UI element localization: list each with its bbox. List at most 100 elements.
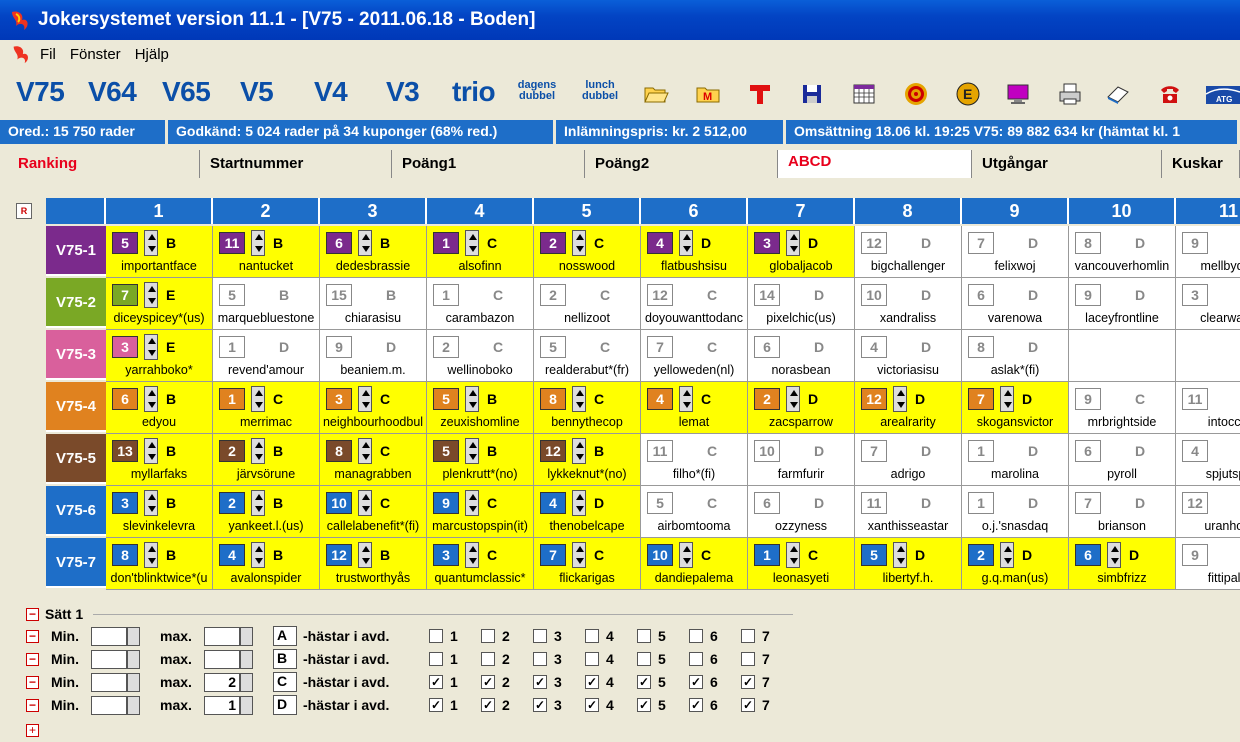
horse-cell[interactable]: 2 Cwellinoboko <box>427 330 534 382</box>
race-checkbox[interactable] <box>741 652 755 666</box>
letter-input[interactable]: C <box>273 672 297 692</box>
game-v75-button[interactable]: V75 <box>16 76 65 108</box>
horse-cell[interactable]: 6 Bedyou <box>106 382 213 434</box>
max-spinner[interactable] <box>240 695 253 715</box>
horse-cell[interactable]: 4 Bavalonspider <box>213 538 320 590</box>
race-label[interactable]: V75-7 <box>46 538 106 588</box>
letter-spinner[interactable] <box>358 230 372 256</box>
menu-window[interactable]: Fönster <box>70 46 121 63</box>
max-spinner[interactable] <box>240 672 253 692</box>
eraser-icon[interactable] <box>1104 80 1132 108</box>
min-spinner[interactable] <box>127 672 140 692</box>
race-checkbox[interactable]: ✓ <box>741 675 755 689</box>
horse-cell[interactable]: 2 Bjärvsörune <box>213 434 320 486</box>
horse-cell[interactable]: 6 Dvarenowa <box>962 278 1069 330</box>
race-checkbox[interactable]: ✓ <box>741 698 755 712</box>
tab-poang2[interactable]: Poäng2 <box>585 150 778 178</box>
letter-input[interactable]: D <box>273 695 297 715</box>
game-v4-button[interactable]: V4 <box>314 76 348 108</box>
horse-cell[interactable]: 12Duranhom <box>1176 486 1240 538</box>
race-checkbox[interactable] <box>637 652 651 666</box>
letter-spinner[interactable] <box>1000 386 1014 412</box>
letter-spinner[interactable] <box>1107 542 1121 568</box>
game-trio-button[interactable]: trio <box>452 76 496 108</box>
game-v3-button[interactable]: V3 <box>386 76 420 108</box>
horse-cell[interactable]: 10 Dfarmfurir <box>748 434 855 486</box>
horse-cell[interactable]: 9 Cmarcustopspin(it) <box>427 486 534 538</box>
horse-cell[interactable]: 11 Bnantucket <box>213 226 320 278</box>
letter-spinner[interactable] <box>465 438 479 464</box>
letter-spinner[interactable] <box>893 542 907 568</box>
horse-cell[interactable]: 5 Bzeuxishomline <box>427 382 534 434</box>
tab-kuskar[interactable]: Kuskar <box>1162 150 1240 178</box>
horse-cell[interactable]: 1 Dmarolina <box>962 434 1069 486</box>
horse-cell[interactable]: 2 Dg.q.man(us) <box>962 538 1069 590</box>
horse-cell[interactable]: 3 Cquantumclassic* <box>427 538 534 590</box>
horse-cell[interactable]: 8 Cmanagrabben <box>320 434 427 486</box>
game-v64-button[interactable]: V64 <box>88 76 137 108</box>
horse-cell[interactable]: 3Dclearwater <box>1176 278 1240 330</box>
horse-cell[interactable]: 3 Dglobaljacob <box>748 226 855 278</box>
horse-cell[interactable]: 12 Dbigchallenger <box>855 226 962 278</box>
race-checkbox[interactable]: ✓ <box>429 698 443 712</box>
horse-cell[interactable]: 8 Dvancouverhomlin <box>1069 226 1176 278</box>
mail-folder-icon[interactable]: M <box>694 80 722 108</box>
horse-cell[interactable]: 3 Bslevinkelevra <box>106 486 213 538</box>
horse-cell[interactable]: 10 Ccallelabenefit*(fi) <box>320 486 427 538</box>
min-input[interactable] <box>91 672 127 692</box>
letter-spinner[interactable] <box>144 334 158 360</box>
letter-spinner[interactable] <box>572 542 586 568</box>
race-label[interactable]: V75-4 <box>46 382 106 432</box>
horse-cell[interactable]: 3 Eyarrahboko* <box>106 330 213 382</box>
horse-cell[interactable]: 9 Dlaceyfrontline <box>1069 278 1176 330</box>
horse-cell[interactable]: 4 Dvictoriasisu <box>855 330 962 382</box>
letter-spinner[interactable] <box>679 542 693 568</box>
letter-spinner[interactable] <box>679 230 693 256</box>
horse-cell[interactable]: 7 Cyelloweden(nl) <box>641 330 748 382</box>
letter-spinner[interactable] <box>572 490 586 516</box>
race-checkbox[interactable]: ✓ <box>637 675 651 689</box>
horse-cell[interactable]: 2 Byankeet.l.(us) <box>213 486 320 538</box>
add-row-icon[interactable]: + <box>26 724 39 738</box>
min-input[interactable] <box>91 695 127 715</box>
remove-row-icon[interactable]: − <box>26 629 39 643</box>
race-checkbox[interactable] <box>741 629 755 643</box>
horse-cell[interactable]: 12 Cdoyouwanttodanc <box>641 278 748 330</box>
letter-spinner[interactable] <box>358 542 372 568</box>
horse-cell[interactable]: 5 Crealderabut*(fr) <box>534 330 641 382</box>
horse-cell[interactable]: 9Dfittipaldi <box>1176 538 1240 590</box>
remove-row-icon[interactable]: − <box>26 652 39 666</box>
dagens-dubbel-button[interactable]: dagens dubbel <box>516 80 558 102</box>
tab-abcd[interactable]: ABCD <box>778 150 972 178</box>
min-input[interactable] <box>91 649 127 669</box>
horse-cell[interactable]: 7 Dfelixwoj <box>962 226 1069 278</box>
open-folder-icon[interactable] <box>642 80 670 108</box>
horse-cell[interactable]: 4 Clemat <box>641 382 748 434</box>
letter-input[interactable]: A <box>273 626 297 646</box>
horse-cell[interactable]: 6 Bdedesbrassie <box>320 226 427 278</box>
race-checkbox[interactable] <box>689 629 703 643</box>
letter-spinner[interactable] <box>786 386 800 412</box>
app-menu-icon[interactable] <box>10 43 32 65</box>
max-spinner[interactable] <box>240 626 253 646</box>
min-spinner[interactable] <box>127 695 140 715</box>
horse-cell[interactable]: 10 Dxandraliss <box>855 278 962 330</box>
horse-cell[interactable]: 6 Dsimbfrizz <box>1069 538 1176 590</box>
horse-cell[interactable]: 1 Cmerrimac <box>213 382 320 434</box>
letter-input[interactable]: B <box>273 649 297 669</box>
min-spinner[interactable] <box>127 649 140 669</box>
horse-cell[interactable]: 5 Bmarquebluestone <box>213 278 320 330</box>
min-spinner[interactable] <box>127 626 140 646</box>
letter-spinner[interactable] <box>144 490 158 516</box>
letter-spinner[interactable] <box>572 438 586 464</box>
horse-cell[interactable]: 7 Ediceyspicey*(us) <box>106 278 213 330</box>
min-input[interactable] <box>91 626 127 646</box>
letter-spinner[interactable] <box>251 386 265 412</box>
monitor-icon[interactable] <box>1004 80 1032 108</box>
race-checkbox[interactable] <box>689 652 703 666</box>
horse-cell[interactable]: 7 Dskogansvictor <box>962 382 1069 434</box>
atg-icon[interactable]: ATG <box>1204 80 1240 108</box>
tab-ranking[interactable]: Ranking <box>8 150 200 178</box>
menu-help[interactable]: Hjälp <box>135 46 169 63</box>
horse-cell[interactable]: 11Cintoccal <box>1176 382 1240 434</box>
